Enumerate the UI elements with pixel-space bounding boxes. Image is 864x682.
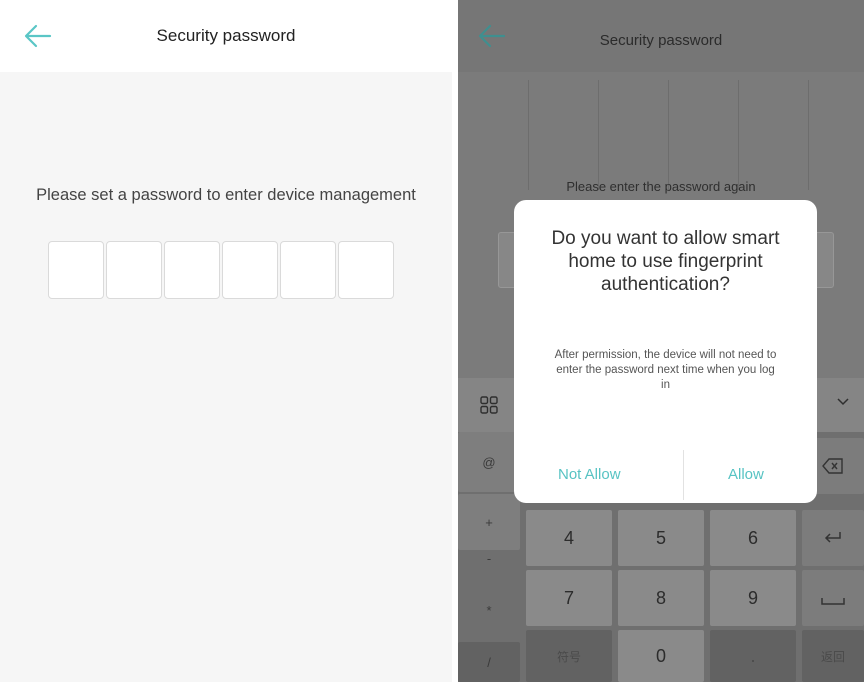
- header: Security password: [458, 0, 864, 72]
- key-slash[interactable]: /: [458, 642, 520, 682]
- dialog-title: Do you want to allow smart home to use f…: [551, 228, 780, 295]
- key-minus[interactable]: -: [458, 536, 520, 580]
- grid-icon[interactable]: [480, 396, 498, 414]
- enter-key[interactable]: [802, 510, 864, 566]
- page-title: Security password: [156, 26, 296, 45]
- password-prompt: Please set a password to enter device ma…: [36, 186, 416, 204]
- chevron-down-icon[interactable]: [836, 394, 850, 408]
- password-digit-box[interactable]: [48, 241, 104, 299]
- backspace-icon: [822, 458, 843, 474]
- key-0[interactable]: 0: [618, 630, 704, 682]
- password-digit-box[interactable]: [222, 241, 278, 299]
- confirm-password-screen: Security password Please enter the passw…: [458, 0, 864, 682]
- password-input[interactable]: [48, 241, 394, 299]
- key-asterisk[interactable]: *: [458, 582, 520, 638]
- fingerprint-permission-dialog: Do you want to allow smart home to use f…: [514, 200, 817, 503]
- return-key[interactable]: 返回: [802, 630, 864, 682]
- key-6[interactable]: 6: [710, 510, 796, 566]
- key-5[interactable]: 5: [618, 510, 704, 566]
- key-9[interactable]: 9: [710, 570, 796, 626]
- key-symbols[interactable]: 符号: [526, 630, 612, 682]
- key-4[interactable]: 4: [526, 510, 612, 566]
- password-digit-box[interactable]: [164, 241, 220, 299]
- dialog-divider: [683, 450, 684, 500]
- header: Security password: [0, 0, 452, 72]
- password-digit-box[interactable]: [106, 241, 162, 299]
- page-title: Security password: [599, 32, 723, 49]
- password-digit-box[interactable]: [280, 241, 336, 299]
- key-7[interactable]: 7: [526, 570, 612, 626]
- password-digit-box[interactable]: [338, 241, 394, 299]
- background-texture: [528, 80, 864, 190]
- key-8[interactable]: 8: [618, 570, 704, 626]
- dialog-message: After permission, the device will not ne…: [554, 349, 777, 391]
- space-key[interactable]: [802, 570, 864, 626]
- set-password-screen: Security password Please set a password …: [0, 0, 452, 682]
- key-at[interactable]: @: [458, 432, 520, 492]
- not-allow-button[interactable]: Not Allow: [558, 466, 621, 483]
- allow-button[interactable]: Allow: [728, 466, 764, 483]
- space-icon: [821, 598, 845, 605]
- key-dot[interactable]: .: [710, 630, 796, 682]
- password-prompt: Please enter the password again: [566, 179, 756, 194]
- enter-icon: [824, 532, 841, 543]
